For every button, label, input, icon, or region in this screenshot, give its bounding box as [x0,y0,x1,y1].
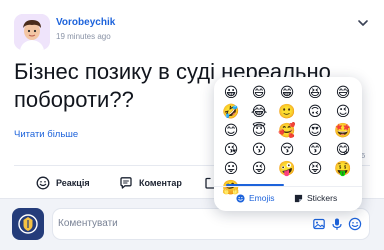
emoji-item[interactable]: 😚 [273,140,301,159]
emoji-picker: 😀 😄 😁 😆 😅 🤣 😂 🙂 🙃 😉 😊 😇 🥰 😍 🤩 😘 😗 😚 😙 😋 😛 😜 🤪 😝 🤑 🤗 Emojis Sticke… [214,77,362,211]
comment-input[interactable]: Коментувати [52,208,370,240]
emoji-item[interactable]: 😂 [245,102,273,121]
emoji-tab-icon [236,193,245,203]
chevron-down-icon[interactable] [356,18,370,28]
emoji-item[interactable]: 🤩 [329,121,357,140]
post-time: 19 minutes ago [56,32,111,41]
emoji-item[interactable]: 🤪 [273,159,301,178]
react-label: Реакція [56,178,90,188]
emoji-item[interactable]: 😍 [301,121,329,140]
emoji-item[interactable]: 😘 [217,140,245,159]
comment-placeholder: Коментувати [58,218,118,229]
picker-divider [214,186,362,187]
emoji-item[interactable]: 🤑 [329,159,357,178]
emoji-item[interactable]: 😅 [329,83,357,102]
emoji-item[interactable]: 😀 [217,83,245,102]
emoji-item[interactable]: 😊 [217,121,245,140]
emoji-item[interactable]: 😁 [273,83,301,102]
comment-button[interactable]: Коментар [119,173,182,193]
emoji-item[interactable]: 😝 [301,159,329,178]
emblem-icon [18,214,38,234]
user-avatar[interactable] [12,208,44,240]
emoji-item[interactable]: 🙂 [273,102,301,121]
emoji-item[interactable]: 😗 [245,140,273,159]
smile-icon [36,176,50,190]
emoji-item[interactable]: 😋 [329,140,357,159]
emoji-item[interactable]: 😜 [245,159,273,178]
tab-stickers[interactable]: Stickers [294,191,337,205]
author-avatar[interactable] [14,14,50,50]
emoji-icon[interactable] [348,217,362,231]
emoji-item[interactable]: 😄 [245,83,273,102]
emoji-item[interactable]: 😛 [217,159,245,178]
emoji-item[interactable]: 🙃 [301,102,329,121]
microphone-icon[interactable] [330,217,344,231]
emoji-item[interactable]: 😇 [245,121,273,140]
comment-icon [120,177,132,189]
react-button[interactable]: Реакція [36,173,90,193]
emoji-item[interactable]: 😉 [329,102,357,121]
author-name[interactable]: Vorobeychik [56,17,115,28]
emoji-item[interactable]: 🤣 [217,102,245,121]
image-icon[interactable] [312,217,326,231]
tab-emojis[interactable]: Emojis [236,191,275,205]
emoji-item[interactable]: 🥰 [273,121,301,140]
tab-emojis-label: Emojis [249,193,275,203]
sticker-tab-icon [294,194,303,202]
read-more-link[interactable]: Читати більше [14,129,78,140]
emoji-grid: 😀 😄 😁 😆 😅 🤣 😂 🙂 🙃 😉 😊 😇 🥰 😍 🤩 😘 😗 😚 😙 😋 😛 😜 🤪 😝 🤑 🤗 [217,83,359,197]
comment-label: Коментар [139,178,182,188]
emoji-item[interactable]: 😆 [301,83,329,102]
tab-stickers-label: Stickers [307,193,338,203]
emoji-item[interactable]: 😙 [301,140,329,159]
